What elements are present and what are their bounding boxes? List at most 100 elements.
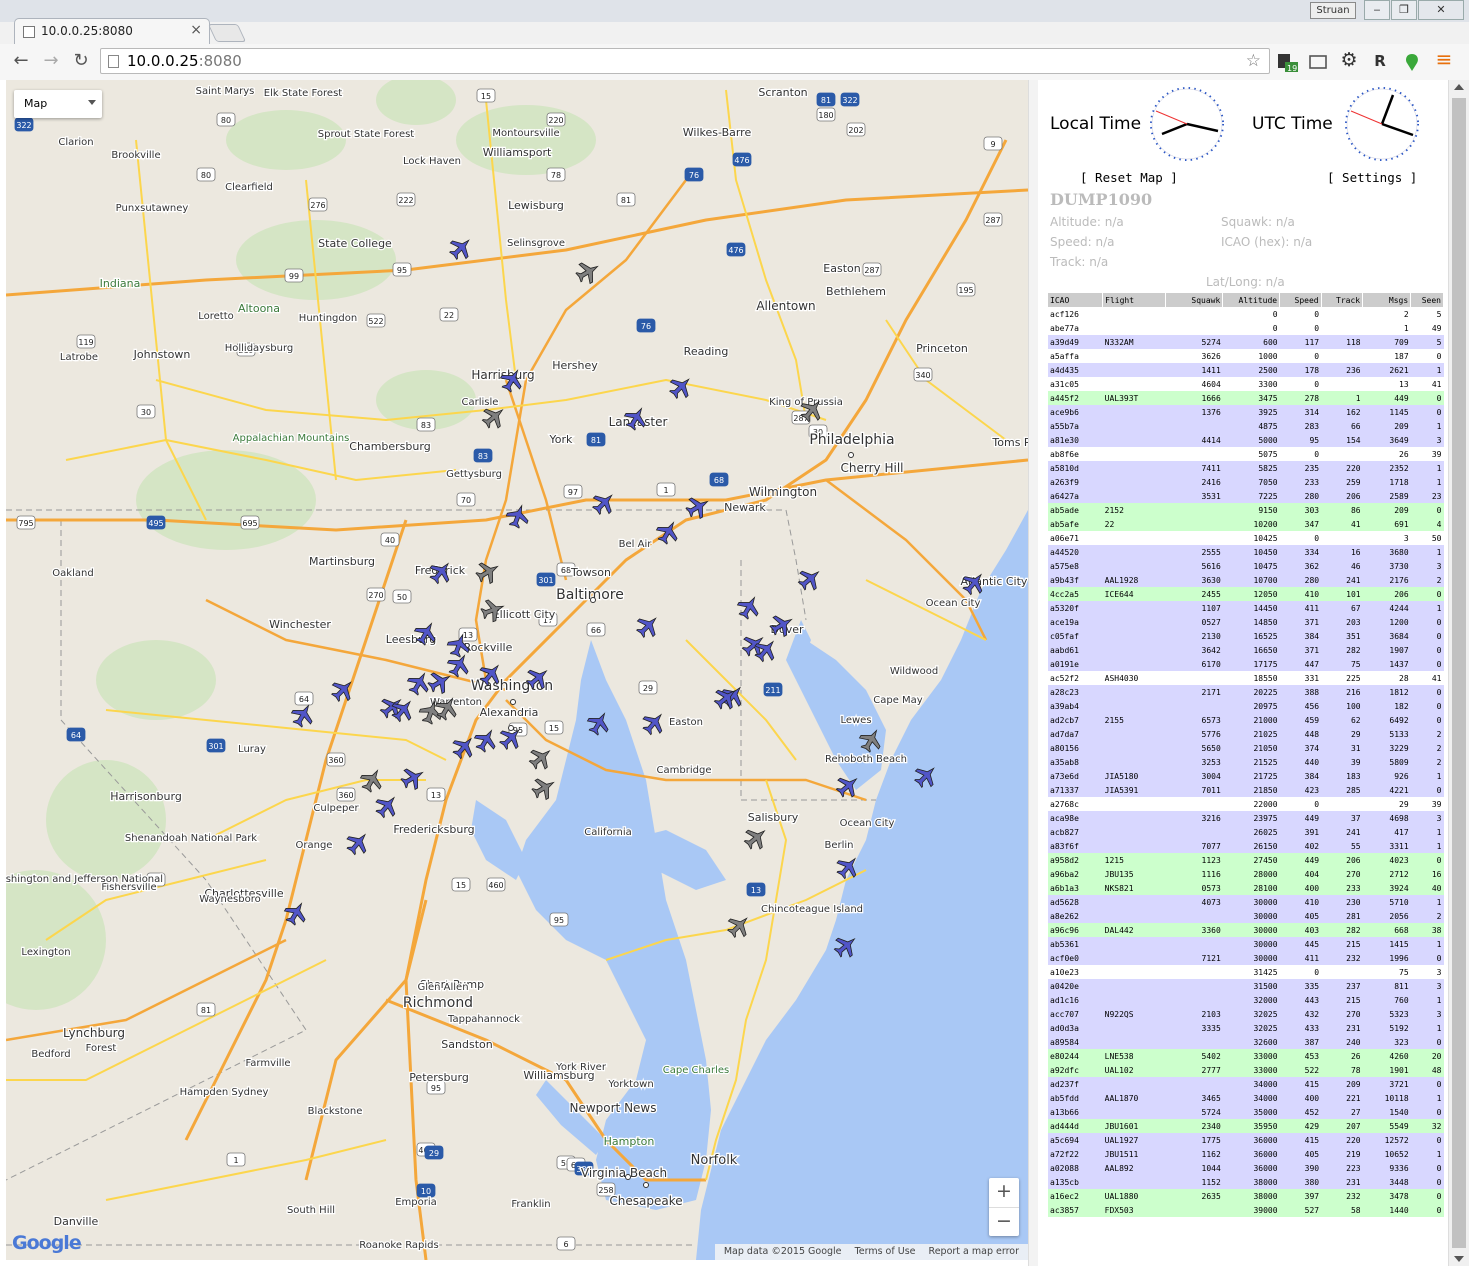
table-row[interactable]: a02088 AAL892 1044 36000 390 223 9336 0 [1048,1161,1444,1175]
close-window-button[interactable]: ✕ [1418,0,1464,20]
table-row[interactable]: a6427a 3531 7225 280 206 2589 23 [1048,489,1444,503]
map-canvas[interactable]: 15 8180 22018047680 78817622227695476287195… [6,80,1028,1260]
table-row[interactable]: ad237f 34000 415 209 3721 0 [1048,1077,1444,1091]
table-row[interactable]: a06e71 10425 0 3 50 [1048,531,1444,545]
table-row[interactable]: a5c694 UAL1927 1775 36000 415 220 12572 0 [1048,1133,1444,1147]
table-row[interactable]: aca98e 3216 23975 449 37 4698 3 [1048,811,1444,825]
table-row[interactable]: a2768c 22000 0 29 39 [1048,797,1444,811]
settings-button[interactable]: [ Settings ] [1327,170,1417,185]
scrollbar[interactable] [1448,80,1469,1266]
table-row[interactable]: 4cc2a5 ICE644 2455 12050 410 101 206 0 [1048,587,1444,601]
table-row[interactable]: ad1c16 32000 443 215 760 1 [1048,993,1444,1007]
column-header[interactable]: Flight [1102,293,1167,307]
column-header[interactable]: Seen [1410,293,1444,307]
table-row[interactable]: ad0d3a 3335 32025 433 231 5192 1 [1048,1021,1444,1035]
table-row[interactable]: a44520 2555 10450 334 16 3680 1 [1048,545,1444,559]
table-row[interactable]: acc707 N922QS 2103 32025 432 270 5323 3 [1048,1007,1444,1021]
table-row[interactable]: a96c96 DAL442 3360 30000 403 282 668 38 [1048,923,1444,937]
terms-link[interactable]: Terms of Use [855,1246,916,1257]
back-icon[interactable]: ← [10,50,32,71]
table-row[interactable]: a72f22 JBU1511 1162 36000 405 219 10652 1 [1048,1147,1444,1161]
user-profile-button[interactable]: Struan [1310,2,1356,19]
map-pin-icon[interactable] [1402,52,1422,72]
table-row[interactable]: a6b1a3 NKS821 0573 28100 400 233 3924 40 [1048,881,1444,895]
zoom-in-button[interactable]: + [989,1178,1019,1207]
table-row[interactable]: a135cb 1152 38000 380 231 3448 0 [1048,1175,1444,1189]
tab-close-icon[interactable]: × [190,22,202,38]
table-row[interactable]: ab5361 30000 445 215 1415 1 [1048,937,1444,951]
table-row[interactable]: c05faf 2130 16525 384 351 3684 0 [1048,629,1444,643]
bookmark-star-icon[interactable]: ☆ [1246,49,1261,73]
table-row[interactable]: a39d49 N332AM 5274 600 117 118 709 5 [1048,335,1444,349]
table-row[interactable]: acf0e0 7121 30000 411 232 1996 0 [1048,951,1444,965]
table-row[interactable]: a575e8 5616 10475 362 46 3730 3 [1048,559,1444,573]
table-row[interactable]: ab5fdd AAL1870 3465 34000 400 221 10118 1 [1048,1091,1444,1105]
table-row[interactable]: a263f9 2416 7050 233 259 1718 1 [1048,475,1444,489]
table-row[interactable]: acb827 26025 391 241 417 1 [1048,825,1444,839]
gear-icon[interactable]: ⚙ [1339,49,1359,71]
column-header[interactable]: Squawk [1165,293,1224,307]
table-row[interactable]: ab8f6e 5075 0 26 39 [1048,447,1444,461]
table-row[interactable]: aabd61 3642 16650 371 282 1907 0 [1048,643,1444,657]
menu-icon[interactable]: ≡ [1434,47,1454,71]
table-row[interactable]: a0420e 31500 335 237 811 3 [1048,979,1444,993]
table-row[interactable]: a55b7a 4875 283 66 209 1 [1048,419,1444,433]
table-row[interactable]: a10e23 31425 0 75 3 [1048,965,1444,979]
table-row[interactable]: ad7da7 5776 21025 448 29 5133 2 [1048,727,1444,741]
table-row[interactable]: a5810d 7411 5825 235 220 2352 1 [1048,461,1444,475]
table-row[interactable]: a4d435 1411 2500 178 236 2621 1 [1048,363,1444,377]
table-row[interactable]: a28c23 2171 20225 388 216 1812 0 [1048,685,1444,699]
table-row[interactable]: a445f2 UAL393T 1666 3475 278 1 449 0 [1048,391,1444,405]
scroll-down-icon[interactable] [1454,1256,1464,1262]
table-row[interactable]: a958d2 1215 1123 27450 449 206 4023 0 [1048,853,1444,867]
scroll-up-icon[interactable] [1454,84,1464,90]
table-row[interactable]: acf126 0 0 2 5 [1048,307,1444,321]
cast-icon[interactable] [1308,52,1328,72]
table-row[interactable]: a83f6f 7077 26150 402 55 3311 1 [1048,839,1444,853]
zoom-out-button[interactable]: − [989,1207,1019,1236]
r-extension-icon[interactable]: R [1370,52,1390,72]
column-header[interactable]: Altitude [1222,293,1281,307]
table-row[interactable]: ab5afe 22 10200 347 41 691 4 [1048,517,1444,531]
table-row[interactable]: a31c05 4604 3300 0 13 41 [1048,377,1444,391]
scrollbar-thumb[interactable] [1452,98,1466,1248]
table-row[interactable]: a35ab8 3253 21525 440 39 5809 2 [1048,755,1444,769]
column-header[interactable]: Track [1321,293,1364,307]
new-tab-button[interactable] [207,24,247,42]
map-type-dropdown[interactable]: Map [14,90,102,118]
table-row[interactable]: a5320f 1107 14450 411 67 4244 1 [1048,601,1444,615]
table-row[interactable]: a71337 JIA5391 7011 21850 423 285 4221 0 [1048,783,1444,797]
table-row[interactable]: a0191e 6170 17175 447 75 1437 0 [1048,657,1444,671]
minimize-button[interactable]: ‒ [1364,0,1390,20]
maximize-button[interactable]: ❐ [1391,0,1417,20]
table-row[interactable]: a80156 5650 21050 374 31 3229 2 [1048,741,1444,755]
extension-icon[interactable]: 19 [1276,52,1298,73]
reload-icon[interactable]: ↻ [70,50,92,71]
table-row[interactable]: a96ba2 JBU135 1116 28000 404 270 2712 16 [1048,867,1444,881]
report-error-link[interactable]: Report a map error [929,1246,1019,1257]
table-row[interactable]: a13b66 5724 35000 452 27 1540 0 [1048,1105,1444,1119]
table-row[interactable]: ad444d JBU1601 2340 35950 429 207 5549 32 [1048,1119,1444,1133]
table-row[interactable]: a5affa 3626 1000 0 187 0 [1048,349,1444,363]
table-row[interactable]: a8e262 30000 405 281 2056 2 [1048,909,1444,923]
map-view[interactable]: 15 81 80 220 180 476 80 78 81 76 222 276 95 476 287 195… [6,80,1028,1260]
column-header[interactable]: Msgs [1362,293,1412,307]
address-bar[interactable]: 10.0.0.25:8080 ☆ [100,48,1270,74]
table-row[interactable]: abe77a 0 0 1 49 [1048,321,1444,335]
table-row[interactable]: a39ab4 20975 456 100 182 0 [1048,699,1444,713]
browser-tab[interactable]: 10.0.0.25:8080 × [14,18,210,44]
table-row[interactable]: ad2cb7 2155 6573 21000 459 62 6492 0 [1048,713,1444,727]
column-header[interactable]: Speed [1279,293,1322,307]
column-header[interactable]: ICAO [1048,293,1104,307]
table-row[interactable]: ab5ade 2152 9150 303 86 209 0 [1048,503,1444,517]
reset-map-button[interactable]: [ Reset Map ] [1080,170,1178,185]
panel-splitter[interactable] [1028,80,1038,1266]
table-row[interactable]: ace9b6 1376 3925 314 162 1145 0 [1048,405,1444,419]
table-row[interactable]: ad5628 4073 30000 410 230 5710 1 [1048,895,1444,909]
table-row[interactable]: a81e30 4414 5000 95 154 3649 3 [1048,433,1444,447]
table-row[interactable]: a92dfc UAL102 2777 33000 522 78 1901 48 [1048,1063,1444,1077]
forward-icon[interactable]: → [40,50,62,71]
table-row[interactable]: a73e6d JIA5180 3004 21725 384 183 926 1 [1048,769,1444,783]
table-row[interactable]: ac3857 FDX503 39000 527 58 1440 0 [1048,1203,1444,1217]
table-row[interactable]: a16ec2 UAL1880 2635 38000 397 232 3478 0 [1048,1189,1444,1203]
